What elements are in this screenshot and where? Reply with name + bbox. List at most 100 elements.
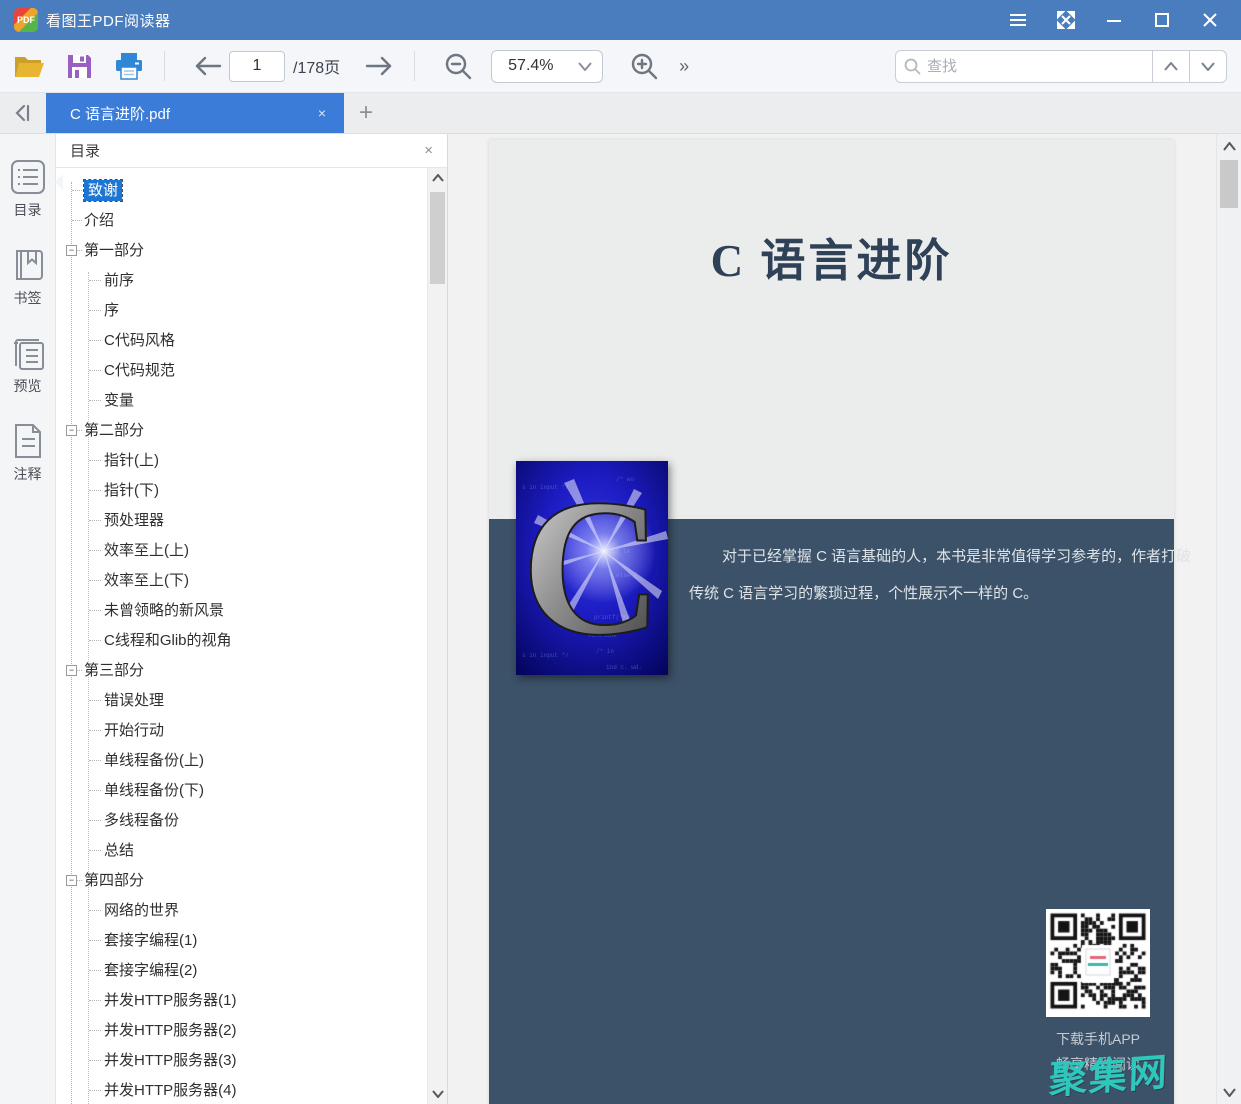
toc-item-label: 多线程备份 — [104, 812, 179, 829]
zoom-level-select[interactable]: 57.4% — [491, 50, 603, 83]
sidebar-item-label: 预览 — [14, 376, 42, 396]
toc-item[interactable]: 效率至上(下) — [56, 566, 427, 596]
search-input[interactable] — [927, 58, 1144, 75]
toc-icon — [9, 158, 47, 196]
toc-item[interactable]: 序 — [56, 296, 427, 326]
pdf-page: C 语言进阶 — [489, 140, 1174, 1104]
toc-item-label: 未曾领略的新风景 — [104, 602, 224, 619]
toc-item[interactable]: 开始行动 — [56, 716, 427, 746]
collapse-toggle-icon[interactable]: − — [66, 665, 77, 676]
blurb-line: 传统 C 语言学习的繁琐过程，个性展示不一样的 C。 — [689, 575, 1161, 612]
toc-item[interactable]: 网络的世界 — [56, 896, 427, 926]
zoom-in-button[interactable] — [623, 47, 665, 85]
toc-item[interactable]: 并发HTTP服务器(1) — [56, 986, 427, 1016]
close-button[interactable] — [1193, 6, 1227, 34]
page-number-input[interactable] — [229, 51, 285, 82]
blurb-line: 对于已经掌握 C 语言基础的人，本书是非常值得学习参考的，作者打破 — [689, 538, 1161, 575]
toc-item[interactable]: 致谢 — [56, 176, 427, 206]
toc-item[interactable]: 错误处理 — [56, 686, 427, 716]
zoom-out-button[interactable] — [437, 47, 479, 85]
toc-item-label: 套接字编程(2) — [104, 962, 197, 979]
toc-panel-header: 目录 × — [56, 134, 447, 168]
scroll-up-icon[interactable] — [428, 168, 447, 188]
panel-pointer — [55, 174, 63, 190]
toc-item[interactable]: 多线程备份 — [56, 806, 427, 836]
scrollbar-thumb[interactable] — [1220, 160, 1238, 208]
new-tab-button[interactable]: + — [344, 93, 388, 133]
sidebar-item-annotations[interactable]: 注释 — [9, 422, 47, 484]
toc-tree: 致谢介绍−第一部分前序序C代码风格C代码规范变量−第二部分指针(上)指针(下) 预… — [56, 168, 427, 1104]
toc-item[interactable]: −第一部分 — [56, 236, 427, 266]
toc-item-label: 效率至上(上) — [104, 542, 189, 559]
next-page-button[interactable] — [358, 47, 400, 85]
toc-item[interactable]: C线程和Glib的视角 — [56, 626, 427, 656]
menu-icon[interactable] — [1001, 6, 1035, 34]
toc-item[interactable]: C代码风格 — [56, 326, 427, 356]
tab-close-icon[interactable]: × — [312, 103, 332, 123]
toc-item[interactable]: 套接字编程(1) — [56, 926, 427, 956]
watermark: 聚集网 — [1048, 1041, 1170, 1104]
qr-code — [1046, 909, 1150, 1017]
scroll-down-icon[interactable] — [1217, 1082, 1241, 1102]
minimize-button[interactable] — [1097, 6, 1131, 34]
toc-item[interactable]: 介绍 — [56, 206, 427, 236]
toolbar-separator — [414, 51, 415, 81]
toc-item[interactable]: −第三部分 — [56, 656, 427, 686]
maximize-button[interactable] — [1145, 6, 1179, 34]
toc-item[interactable]: 指针(下) — [56, 476, 427, 506]
sidebar-item-bookmarks[interactable]: 书签 — [9, 246, 47, 308]
previous-page-button[interactable] — [187, 47, 229, 85]
toc-item[interactable]: 预处理器 — [56, 506, 427, 536]
save-button[interactable] — [58, 47, 100, 85]
toc-item[interactable]: 变量 — [56, 386, 427, 416]
toc-panel: 目录 × 致谢介绍−第一部分前序序C代码风格C代码规范变量−第二部分指针(上)指… — [56, 134, 448, 1104]
toc-item[interactable]: 单线程备份(上) — [56, 746, 427, 776]
sidebar-item-toc[interactable]: 目录 — [9, 158, 47, 220]
toc-item[interactable]: 单线程备份(下) — [56, 776, 427, 806]
pdf-reader-window: PDF 看图王PDF阅读器 — [0, 0, 1241, 1104]
toc-item[interactable]: C代码规范 — [56, 356, 427, 386]
toc-item[interactable]: 指针(上) — [56, 446, 427, 476]
collapse-toggle-icon[interactable]: − — [66, 425, 77, 436]
tab-active-document[interactable]: C 语言进阶.pdf × — [46, 93, 344, 133]
toc-item-label: 预处理器 — [104, 512, 164, 529]
toc-item[interactable]: 效率至上(上) — [56, 536, 427, 566]
toc-item[interactable]: 并发HTTP服务器(3) — [56, 1046, 427, 1076]
toc-item[interactable]: 未曾领略的新风景 — [56, 596, 427, 626]
toc-close-icon[interactable]: × — [424, 142, 433, 159]
tab-bar: C 语言进阶.pdf × + — [0, 93, 1241, 134]
toc-item[interactable]: 并发HTTP服务器(4) — [56, 1076, 427, 1104]
document-scrollbar[interactable] — [1216, 134, 1241, 1104]
scroll-up-icon[interactable] — [1217, 136, 1241, 156]
search-previous-button[interactable] — [1153, 50, 1190, 83]
collapse-toggle-icon[interactable]: − — [66, 875, 77, 886]
page-total-label: /178页 — [293, 54, 340, 78]
open-file-button[interactable] — [8, 47, 50, 85]
print-button[interactable] — [108, 47, 150, 85]
window-controls — [1001, 6, 1227, 34]
book-blurb: 对于已经掌握 C 语言基础的人，本书是非常值得学习参考的，作者打破 传统 C 语… — [689, 538, 1161, 612]
toc-item[interactable]: −第二部分 — [56, 416, 427, 446]
title-bar: PDF 看图王PDF阅读器 — [0, 0, 1241, 40]
document-viewport[interactable]: C 语言进阶 — [448, 134, 1241, 1104]
app-title: 看图王PDF阅读器 — [46, 10, 171, 31]
more-tools-button[interactable]: » — [679, 56, 687, 77]
collapse-toggle-icon[interactable]: − — [66, 245, 77, 256]
tab-scroll-left-icon[interactable] — [0, 93, 46, 133]
toc-item[interactable]: −第四部分 — [56, 866, 427, 896]
toc-item-label: 并发HTTP服务器(2) — [104, 1022, 237, 1039]
sidebar-item-preview[interactable]: 预览 — [9, 334, 47, 396]
toc-item-label: 单线程备份(上) — [104, 752, 204, 769]
toc-scrollbar[interactable] — [427, 168, 447, 1104]
toc-item-label: 效率至上(下) — [104, 572, 189, 589]
toc-item-label: 前序 — [104, 272, 134, 289]
scroll-down-icon[interactable] — [428, 1084, 447, 1104]
scrollbar-thumb[interactable] — [430, 192, 445, 284]
fullscreen-icon[interactable] — [1049, 6, 1083, 34]
sidebar-item-label: 目录 — [14, 200, 42, 220]
toc-item[interactable]: 并发HTTP服务器(2) — [56, 1016, 427, 1046]
toc-item[interactable]: 前序 — [56, 266, 427, 296]
toc-item[interactable]: 套接字编程(2) — [56, 956, 427, 986]
toc-item[interactable]: 总结 — [56, 836, 427, 866]
search-next-button[interactable] — [1190, 50, 1227, 83]
